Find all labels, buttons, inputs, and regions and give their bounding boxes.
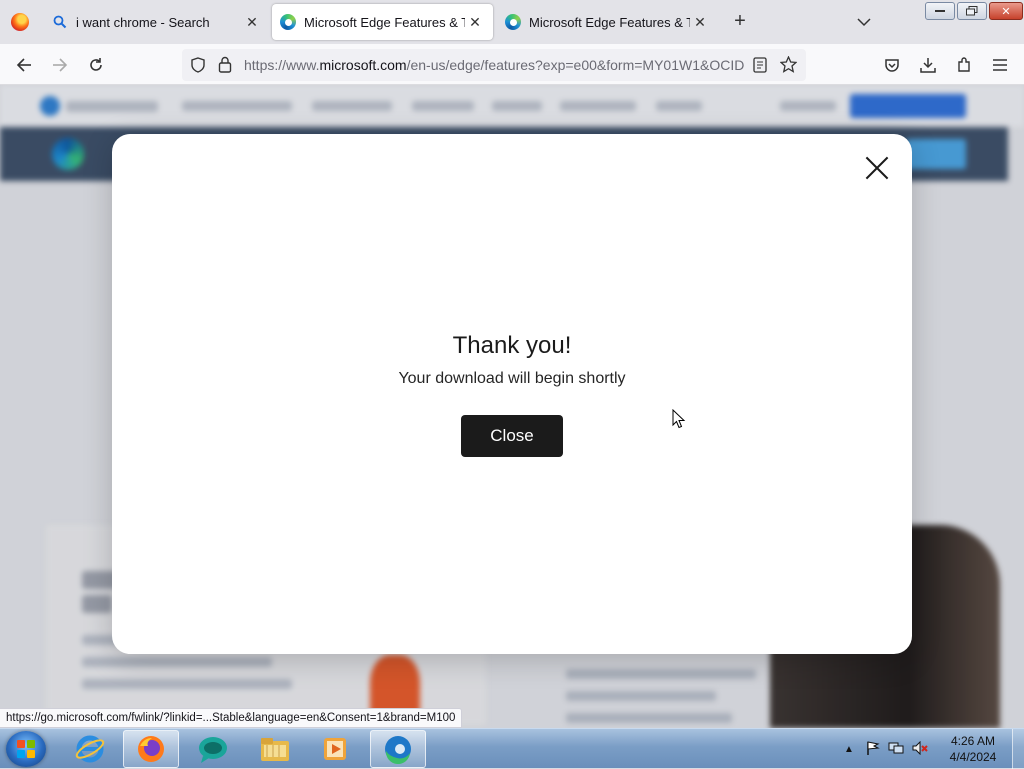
downloads-icon[interactable] [916, 53, 940, 77]
network-icon[interactable] [888, 741, 904, 758]
extensions-icon[interactable] [952, 53, 976, 77]
navigation-toolbar: https://www.microsoft.com/en-us/edge/fea… [0, 44, 1024, 85]
dialog-subtitle: Your download will begin shortly [398, 370, 626, 387]
dialog-title: Thank you! [452, 332, 572, 359]
close-tab-icon[interactable]: ✕ [690, 12, 710, 32]
system-tray: ▲ [844, 729, 928, 769]
edge-icon [385, 736, 411, 764]
show-hidden-icons-icon[interactable]: ▲ [844, 744, 858, 755]
taskbar-clock[interactable]: 4:26 AM 4/4/2024 [940, 733, 1006, 765]
taskbar-media-player[interactable] [308, 730, 364, 768]
close-button[interactable]: Close [461, 415, 563, 457]
hamburger-menu-icon[interactable] [988, 53, 1012, 77]
close-tab-icon[interactable]: ✕ [242, 12, 262, 32]
tab-search[interactable]: i want chrome - Search ✕ [44, 4, 270, 40]
url-bar[interactable]: https://www.microsoft.com/en-us/edge/fea… [182, 49, 806, 81]
volume-muted-icon[interactable] [912, 740, 928, 758]
tab-label: i want chrome - Search [76, 14, 210, 30]
forward-icon[interactable] [48, 53, 72, 77]
firefox-icon [138, 736, 164, 762]
back-icon[interactable] [12, 53, 36, 77]
action-center-flag-icon[interactable] [866, 740, 880, 758]
taskbar-chat-app[interactable] [185, 730, 241, 768]
taskbar-firefox[interactable] [123, 730, 179, 768]
internet-explorer-icon [75, 735, 105, 763]
show-desktop-button[interactable] [1012, 729, 1024, 769]
clock-date: 4/4/2024 [949, 750, 997, 764]
firefox-menu-icon[interactable] [11, 13, 29, 31]
mouse-cursor-icon [672, 409, 686, 429]
tab-edge-features[interactable]: Microsoft Edge Features & Tips ✕ [497, 4, 718, 40]
download-thank-you-dialog: Thank you! Your download will begin shor… [112, 134, 912, 654]
taskbar-file-explorer[interactable] [247, 730, 303, 768]
taskbar-internet-explorer[interactable] [62, 730, 118, 768]
tab-label: Microsoft Edge Features & Tips [529, 14, 690, 30]
windows-logo-icon [17, 740, 35, 758]
lock-icon[interactable] [218, 56, 232, 78]
file-explorer-icon [261, 738, 289, 761]
windows-taskbar: ▲ 4:26 AM 4/4/2024 [0, 728, 1024, 769]
bookmark-star-icon[interactable] [779, 55, 798, 78]
close-icon[interactable] [864, 155, 890, 181]
search-icon [52, 14, 68, 30]
tracking-protection-shield-icon[interactable] [190, 57, 206, 78]
list-all-tabs-button[interactable] [854, 10, 874, 34]
close-window-button[interactable]: ✕ [989, 2, 1023, 20]
taskbar-edge[interactable] [370, 730, 426, 768]
edge-icon [505, 14, 521, 30]
link-status-url: https://go.microsoft.com/fwlink/?linkid=… [0, 708, 463, 728]
window-controls: ✕ [925, 2, 1023, 20]
chat-icon [199, 737, 227, 763]
media-player-icon [324, 738, 346, 760]
start-button[interactable] [6, 731, 46, 767]
tab-bar: i want chrome - Search ✕ Microsoft Edge … [0, 0, 1024, 44]
pocket-icon[interactable] [880, 53, 904, 77]
minimize-button[interactable] [925, 2, 955, 20]
restore-button[interactable] [957, 2, 987, 20]
tab-edge-features-active[interactable]: Microsoft Edge Features & Tips ✕ [272, 4, 493, 40]
clock-time: 4:26 AM [950, 734, 996, 748]
url-text: https://www.microsoft.com/en-us/edge/fea… [244, 57, 744, 73]
new-tab-button[interactable]: + [730, 10, 750, 34]
reload-icon[interactable] [84, 53, 108, 77]
close-tab-icon[interactable]: ✕ [465, 12, 485, 32]
tab-label: Microsoft Edge Features & Tips [304, 14, 465, 30]
reader-view-icon[interactable] [753, 57, 767, 78]
edge-icon [280, 14, 296, 30]
